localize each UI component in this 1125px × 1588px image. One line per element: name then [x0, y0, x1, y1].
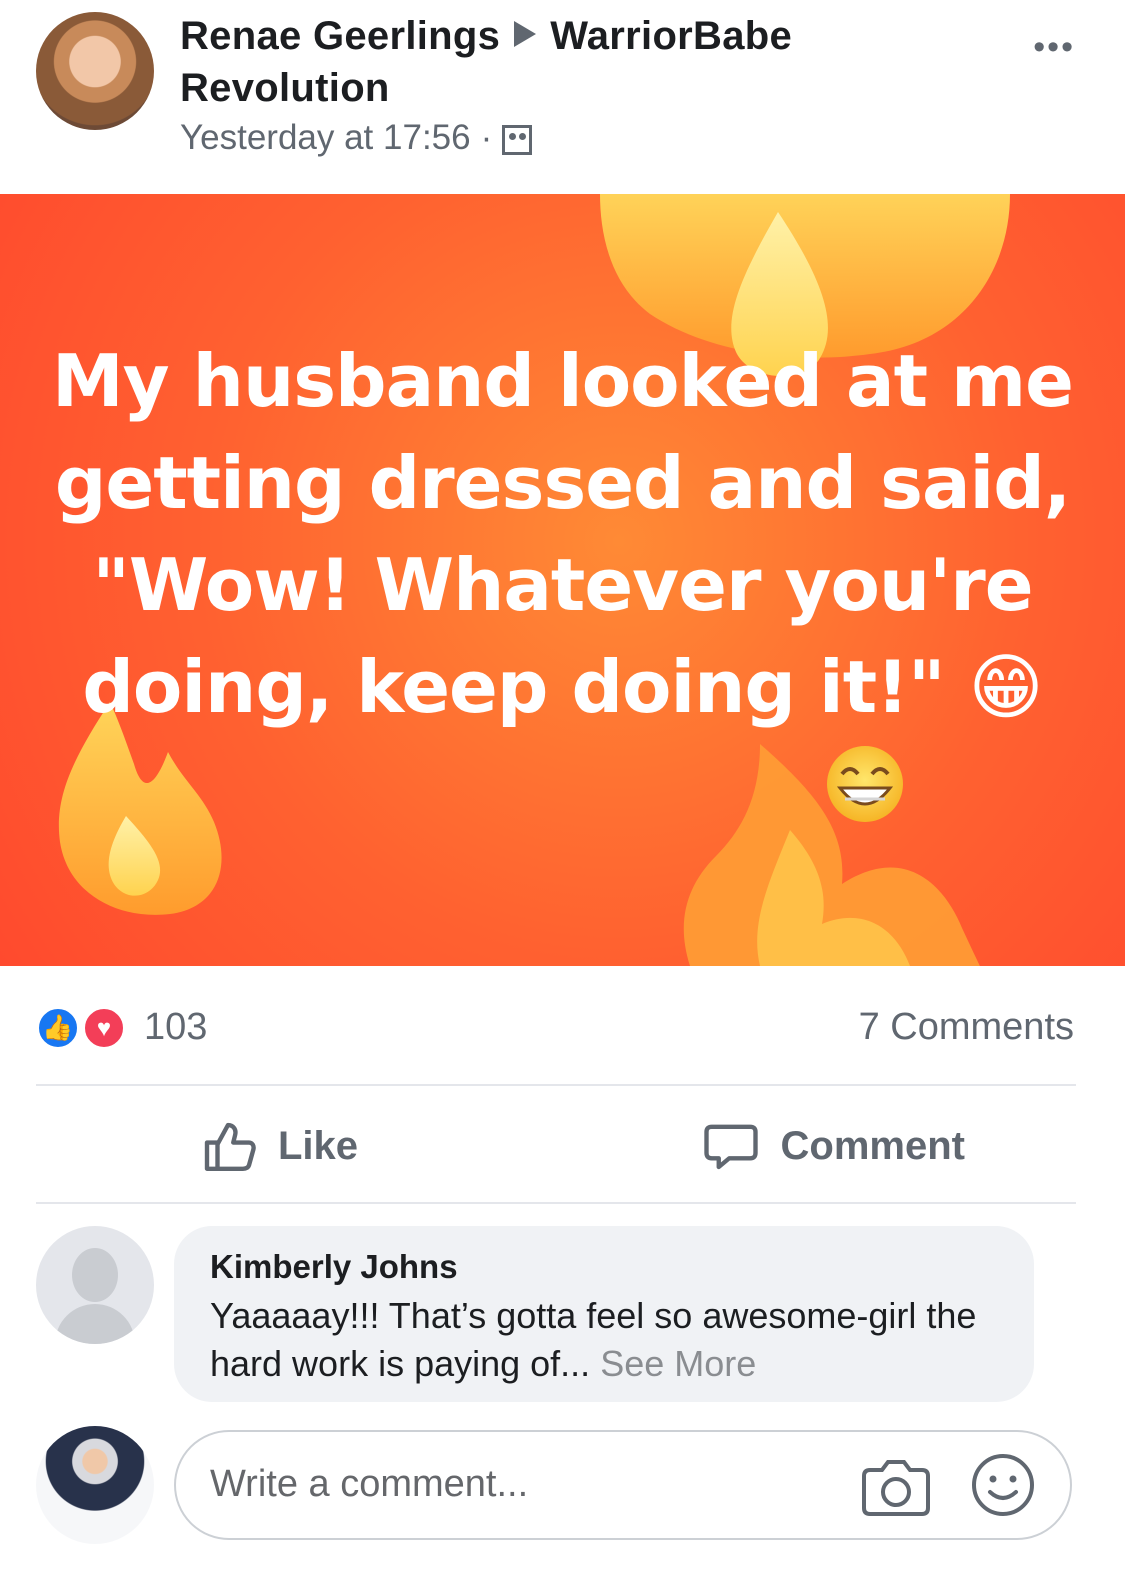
post-meta: Yesterday at 17:56 · — [180, 118, 533, 158]
author-avatar[interactable] — [36, 12, 154, 130]
like-reaction-icon: 👍 — [36, 1006, 80, 1050]
post-header: Renae Geerlings WarriorBabe — [180, 14, 792, 59]
comment-button-label: Comment — [780, 1123, 965, 1168]
arrow-right-icon — [514, 21, 537, 47]
comment-body: Yaaaaay!!! That’s gotta feel so awesome-… — [210, 1295, 977, 1384]
commenter-avatar[interactable] — [36, 1226, 154, 1344]
post-timestamp[interactable]: Yesterday at 17:56 — [180, 118, 471, 157]
author-name[interactable]: Renae Geerlings — [180, 14, 500, 58]
current-user-avatar[interactable] — [36, 1426, 154, 1544]
more-options-icon[interactable]: ••• — [1033, 28, 1075, 67]
love-reaction-icon: ♥ — [82, 1006, 126, 1050]
comment-author[interactable]: Kimberly Johns — [210, 1248, 458, 1286]
camera-icon[interactable] — [862, 1456, 930, 1516]
group-audience-icon — [502, 125, 533, 155]
write-comment-input[interactable]: Write a comment... — [174, 1430, 1072, 1540]
reaction-count[interactable]: 103 — [144, 1006, 207, 1049]
comment-placeholder: Write a comment... — [210, 1463, 529, 1505]
divider — [36, 1202, 1076, 1204]
post-image[interactable]: My husband looked at me getting dressed … — [0, 194, 1125, 966]
divider — [36, 1084, 1076, 1086]
thumbs-up-icon — [204, 1122, 256, 1171]
comment-text: Yaaaaay!!! That’s gotta feel so awesome-… — [210, 1292, 1010, 1388]
grinning-emoji — [827, 746, 903, 822]
emoji-smile-icon[interactable] — [970, 1452, 1036, 1518]
post-text: My husband looked at me getting dressed … — [52, 339, 1074, 729]
like-button[interactable]: Like — [200, 1116, 358, 1176]
meta-separator: · — [480, 118, 493, 157]
comment-bubble-icon — [703, 1124, 758, 1170]
reaction-summary[interactable]: 👍 ♥ 103 7 Comments — [36, 1004, 1076, 1054]
group-name[interactable]: WarriorBabe — [550, 14, 792, 58]
group-name-continued[interactable]: Revolution — [180, 66, 390, 111]
see-more-link[interactable]: See More — [600, 1343, 756, 1384]
like-button-label: Like — [278, 1123, 359, 1168]
comment-bubble[interactable]: Kimberly Johns Yaaaaay!!! That’s gotta f… — [174, 1226, 1034, 1402]
comment-button[interactable]: Comment — [703, 1116, 965, 1176]
comments-count[interactable]: 7 Comments — [859, 1006, 1074, 1049]
